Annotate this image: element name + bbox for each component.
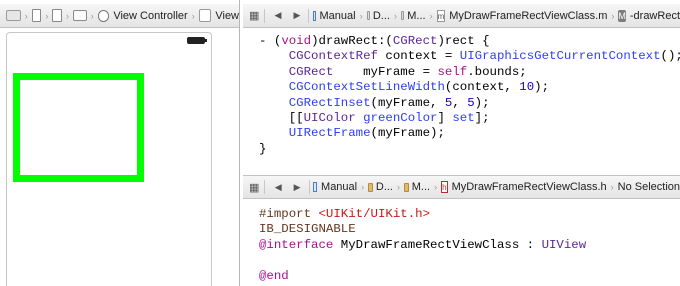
related-items-icon[interactable]: ▦ xyxy=(249,181,259,194)
code-line-1: - (void)drawRect:(CGRect)rect { xyxy=(259,34,490,48)
back-arrow-icon[interactable]: ◀ xyxy=(275,182,282,193)
rendered-green-frame[interactable] xyxy=(13,73,144,182)
breadcrumb-method[interactable]: -drawRect xyxy=(630,10,680,22)
chevron-right-icon: › xyxy=(359,10,363,21)
folder-icon xyxy=(366,11,370,20)
back-arrow-icon[interactable]: ◀ xyxy=(275,10,282,21)
breadcrumb-d-group[interactable]: D... xyxy=(373,10,390,22)
implementation-code[interactable]: - (void)drawRect:(CGRect)rect { CGContex… xyxy=(259,34,680,157)
code-line-3: CGRect myFrame = self.bounds; xyxy=(288,64,527,79)
code-line-6: [[UIColor greenColor] set]; xyxy=(288,111,490,126)
breadcrumb-manual[interactable]: Manual xyxy=(321,181,357,193)
interface-builder-pane: › › › › View Controller › View xyxy=(0,0,240,286)
chevron-right-icon: › xyxy=(429,10,433,21)
view-controller-icon xyxy=(97,9,110,22)
code-line-2: CGContextRef context = UIGraphicsGetCurr… xyxy=(288,49,680,64)
h-file-icon: h xyxy=(441,181,448,193)
code-line-7: UIRectFrame(myFrame); xyxy=(288,126,445,141)
chevron-right-icon: › xyxy=(393,10,397,21)
chevron-right-icon: › xyxy=(397,182,400,192)
code-line-4: CGContextSetLineWidth(context, 10); xyxy=(288,80,550,95)
chevron-right-icon: › xyxy=(434,182,438,192)
breadcrumb-view[interactable]: View xyxy=(215,10,239,22)
storyboard-icon[interactable] xyxy=(52,9,63,22)
scene-icon[interactable] xyxy=(73,10,87,21)
folder-icon[interactable] xyxy=(6,10,21,21)
chevron-right-icon: › xyxy=(24,10,28,21)
chevron-right-icon: › xyxy=(90,10,94,21)
breadcrumb-selection[interactable]: No Selection xyxy=(618,181,680,193)
breadcrumb-m-group[interactable]: M... xyxy=(412,181,430,193)
device-canvas[interactable] xyxy=(6,32,212,286)
code-line-8: } xyxy=(259,141,267,156)
view-icon xyxy=(198,9,212,22)
header-code[interactable]: #import <UIKit/UIKit.h> IB_DESIGNABLE @i… xyxy=(259,207,586,284)
method-badge: M xyxy=(618,9,626,22)
code-line-2: IB_DESIGNABLE xyxy=(259,222,356,237)
project-icon xyxy=(312,10,316,21)
ib-jumpbar: › › › › View Controller › View xyxy=(0,4,239,28)
code-line-1: #import <UIKit/UIKit.h> xyxy=(259,207,431,221)
code-line-5: CGRectInset(myFrame, 5, 5); xyxy=(288,95,490,110)
breadcrumb-manual[interactable]: Manual xyxy=(320,10,356,22)
chevron-right-icon: › xyxy=(45,10,49,21)
project-icon xyxy=(312,182,318,192)
code-line-3: @interface MyDrawFrameRectViewClass : UI… xyxy=(259,237,587,252)
chevron-right-icon: › xyxy=(66,10,70,21)
breadcrumb-m-group[interactable]: M... xyxy=(407,10,425,22)
breadcrumb-view-controller[interactable]: View Controller xyxy=(113,10,187,22)
related-items-icon[interactable]: ▦ xyxy=(249,9,259,22)
forward-arrow-icon[interactable]: ▶ xyxy=(293,10,300,21)
folder-icon xyxy=(404,182,409,192)
chevron-right-icon: › xyxy=(611,10,615,21)
chevron-right-icon: › xyxy=(191,10,195,21)
document-icon[interactable] xyxy=(31,9,42,22)
chevron-right-icon: › xyxy=(610,182,614,192)
chevron-right-icon: › xyxy=(361,182,365,192)
breadcrumb-d-group[interactable]: D... xyxy=(376,181,393,193)
folder-icon xyxy=(400,11,405,20)
code-editor-pane: ▦ ◀ ▶ Manual › D... › M... › m MyDrawFra… xyxy=(243,0,680,286)
m-file-icon: m xyxy=(436,9,446,22)
battery-icon xyxy=(187,37,207,44)
code-line-5: @end xyxy=(259,268,289,283)
breadcrumb-file[interactable]: MyDrawFrameRectViewClass.m xyxy=(449,10,607,22)
forward-arrow-icon[interactable]: ▶ xyxy=(294,182,301,193)
top-editor-jumpbar: ▦ ◀ ▶ Manual › D... › M... › m MyDrawFra… xyxy=(243,4,680,28)
bottom-editor-jumpbar: ▦ ◀ ▶ Manual › D... › M... › h MyDrawFra… xyxy=(243,175,680,199)
breadcrumb-file[interactable]: MyDrawFrameRectViewClass.h xyxy=(452,181,607,193)
folder-icon xyxy=(368,182,373,192)
